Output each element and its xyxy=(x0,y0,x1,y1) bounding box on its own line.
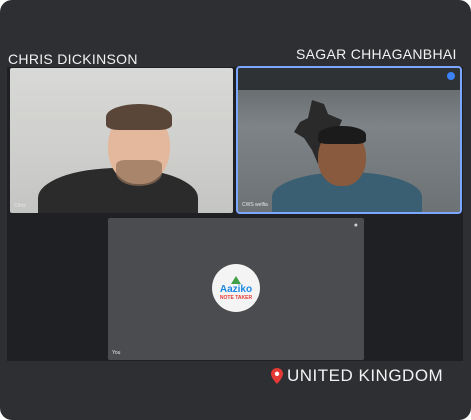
participant-figure xyxy=(238,68,460,212)
tile-caption-left: Chris xyxy=(14,203,26,209)
tile-caption-right: CWS welfia xyxy=(242,202,268,208)
meeting-window: CHRIS DICKINSON SAGAR CHHAGANBHAI Chris … xyxy=(0,0,471,420)
logo-subtitle: NOTE TAKER xyxy=(219,295,253,301)
mic-icon[interactable]: ● xyxy=(354,222,358,229)
location-tag: UNITED KINGDOM xyxy=(271,366,443,386)
map-pin-icon xyxy=(271,368,283,384)
logo-brand-text: Aaziko xyxy=(219,284,253,295)
video-tile-chris[interactable]: Chris xyxy=(10,68,233,213)
participant-name-left: CHRIS DICKINSON xyxy=(8,51,138,67)
video-tile-sagar[interactable]: CWS welfia xyxy=(236,66,462,214)
tile-caption-bottom: You xyxy=(112,350,121,356)
participant-figure xyxy=(10,68,233,213)
note-taker-logo: Aaziko NOTE TAKER xyxy=(212,264,260,312)
pin-icon[interactable] xyxy=(447,72,455,80)
location-text: UNITED KINGDOM xyxy=(287,366,444,385)
participant-name-right: SAGAR CHHAGANBHAI xyxy=(296,46,457,62)
